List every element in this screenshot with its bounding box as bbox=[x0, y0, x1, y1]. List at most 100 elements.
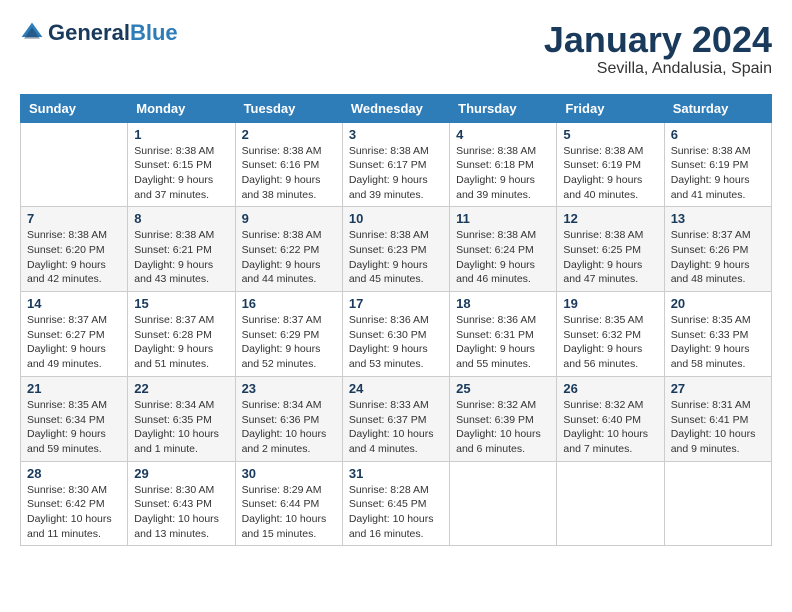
day-number: 3 bbox=[349, 127, 443, 142]
day-info: Sunrise: 8:38 AM Sunset: 6:19 PM Dayligh… bbox=[563, 144, 657, 203]
cell-w1-d1 bbox=[21, 122, 128, 207]
day-info: Sunrise: 8:38 AM Sunset: 6:19 PM Dayligh… bbox=[671, 144, 765, 203]
day-info: Sunrise: 8:38 AM Sunset: 6:17 PM Dayligh… bbox=[349, 144, 443, 203]
cell-w1-d4: 3 Sunrise: 8:38 AM Sunset: 6:17 PM Daylig… bbox=[342, 122, 449, 207]
cell-w3-d6: 19Sunrise: 8:35 AM Sunset: 6:32 PM Dayli… bbox=[557, 292, 664, 377]
day-info: Sunrise: 8:37 AM Sunset: 6:28 PM Dayligh… bbox=[134, 313, 228, 372]
cell-w3-d4: 17 Sunrise: 8:36 AM Sunset: 6:30 PM Dayli… bbox=[342, 292, 449, 377]
day-number: 11 bbox=[456, 211, 550, 226]
week-row-2: 7 Sunrise: 8:38 AM Sunset: 6:20 PM Daylig… bbox=[21, 207, 772, 292]
calendar-header: SundayMondayTuesdayWednesdayThursdayFrid… bbox=[21, 94, 772, 122]
page-header: GeneralBlue January 2024 Sevilla, Andalu… bbox=[20, 20, 772, 78]
week-row-5: 28 Sunrise: 8:30 AM Sunset: 6:42 PM Dayli… bbox=[21, 461, 772, 546]
day-number: 4 bbox=[456, 127, 550, 142]
day-info: Sunrise: 8:28 AM Sunset: 6:45 PM Dayligh… bbox=[349, 483, 443, 542]
day-info: Sunrise: 8:38 AM Sunset: 6:25 PM Dayligh… bbox=[563, 228, 657, 287]
cell-w5-d3: 30Sunrise: 8:29 AM Sunset: 6:44 PM Dayli… bbox=[235, 461, 342, 546]
day-info: Sunrise: 8:33 AM Sunset: 6:37 PM Dayligh… bbox=[349, 398, 443, 457]
day-info: Sunrise: 8:38 AM Sunset: 6:20 PM Dayligh… bbox=[27, 228, 121, 287]
day-info: Sunrise: 8:38 AM Sunset: 6:22 PM Dayligh… bbox=[242, 228, 336, 287]
cell-w5-d5 bbox=[450, 461, 557, 546]
cell-w4-d1: 21Sunrise: 8:35 AM Sunset: 6:34 PM Dayli… bbox=[21, 376, 128, 461]
day-number: 5 bbox=[563, 127, 657, 142]
cell-w3-d7: 20Sunrise: 8:35 AM Sunset: 6:33 PM Dayli… bbox=[664, 292, 771, 377]
cell-w4-d7: 27 Sunrise: 8:31 AM Sunset: 6:41 PM Dayli… bbox=[664, 376, 771, 461]
cell-w1-d5: 4 Sunrise: 8:38 AM Sunset: 6:18 PM Daylig… bbox=[450, 122, 557, 207]
week-row-4: 21Sunrise: 8:35 AM Sunset: 6:34 PM Dayli… bbox=[21, 376, 772, 461]
day-info: Sunrise: 8:34 AM Sunset: 6:36 PM Dayligh… bbox=[242, 398, 336, 457]
day-info: Sunrise: 8:38 AM Sunset: 6:24 PM Dayligh… bbox=[456, 228, 550, 287]
day-number: 2 bbox=[242, 127, 336, 142]
cell-w1-d6: 5 Sunrise: 8:38 AM Sunset: 6:19 PM Daylig… bbox=[557, 122, 664, 207]
header-monday: Monday bbox=[128, 94, 235, 122]
day-number: 15 bbox=[134, 296, 228, 311]
cell-w2-d7: 13Sunrise: 8:37 AM Sunset: 6:26 PM Dayli… bbox=[664, 207, 771, 292]
logo-text: GeneralBlue bbox=[48, 20, 178, 46]
cell-w2-d6: 12 Sunrise: 8:38 AM Sunset: 6:25 PM Dayli… bbox=[557, 207, 664, 292]
day-info: Sunrise: 8:32 AM Sunset: 6:40 PM Dayligh… bbox=[563, 398, 657, 457]
month-title: January 2024 bbox=[544, 20, 772, 60]
day-number: 12 bbox=[563, 211, 657, 226]
day-info: Sunrise: 8:32 AM Sunset: 6:39 PM Dayligh… bbox=[456, 398, 550, 457]
cell-w2-d4: 10 Sunrise: 8:38 AM Sunset: 6:23 PM Dayli… bbox=[342, 207, 449, 292]
day-number: 8 bbox=[134, 211, 228, 226]
day-info: Sunrise: 8:38 AM Sunset: 6:23 PM Dayligh… bbox=[349, 228, 443, 287]
day-info: Sunrise: 8:38 AM Sunset: 6:18 PM Dayligh… bbox=[456, 144, 550, 203]
day-info: Sunrise: 8:30 AM Sunset: 6:42 PM Dayligh… bbox=[27, 483, 121, 542]
cell-w4-d3: 23 Sunrise: 8:34 AM Sunset: 6:36 PM Dayli… bbox=[235, 376, 342, 461]
day-info: Sunrise: 8:37 AM Sunset: 6:29 PM Dayligh… bbox=[242, 313, 336, 372]
header-thursday: Thursday bbox=[450, 94, 557, 122]
cell-w3-d3: 16 Sunrise: 8:37 AM Sunset: 6:29 PM Dayli… bbox=[235, 292, 342, 377]
cell-w3-d1: 14Sunrise: 8:37 AM Sunset: 6:27 PM Dayli… bbox=[21, 292, 128, 377]
cell-w5-d7 bbox=[664, 461, 771, 546]
day-info: Sunrise: 8:36 AM Sunset: 6:31 PM Dayligh… bbox=[456, 313, 550, 372]
day-number: 30 bbox=[242, 466, 336, 481]
header-wednesday: Wednesday bbox=[342, 94, 449, 122]
header-sunday: Sunday bbox=[21, 94, 128, 122]
cell-w5-d4: 31 Sunrise: 8:28 AM Sunset: 6:45 PM Dayli… bbox=[342, 461, 449, 546]
day-number: 16 bbox=[242, 296, 336, 311]
header-saturday: Saturday bbox=[664, 94, 771, 122]
day-number: 14 bbox=[27, 296, 121, 311]
title-block: January 2024 Sevilla, Andalusia, Spain bbox=[544, 20, 772, 78]
day-info: Sunrise: 8:35 AM Sunset: 6:34 PM Dayligh… bbox=[27, 398, 121, 457]
location: Sevilla, Andalusia, Spain bbox=[544, 60, 772, 78]
cell-w5-d1: 28 Sunrise: 8:30 AM Sunset: 6:42 PM Dayli… bbox=[21, 461, 128, 546]
calendar-table: SundayMondayTuesdayWednesdayThursdayFrid… bbox=[20, 94, 772, 547]
cell-w3-d5: 18 Sunrise: 8:36 AM Sunset: 6:31 PM Dayli… bbox=[450, 292, 557, 377]
day-number: 6 bbox=[671, 127, 765, 142]
day-number: 25 bbox=[456, 381, 550, 396]
cell-w1-d3: 2 Sunrise: 8:38 AM Sunset: 6:16 PM Daylig… bbox=[235, 122, 342, 207]
calendar-body: 1Sunrise: 8:38 AM Sunset: 6:15 PM Daylig… bbox=[21, 122, 772, 546]
week-row-3: 14Sunrise: 8:37 AM Sunset: 6:27 PM Dayli… bbox=[21, 292, 772, 377]
day-number: 23 bbox=[242, 381, 336, 396]
header-friday: Friday bbox=[557, 94, 664, 122]
day-info: Sunrise: 8:38 AM Sunset: 6:16 PM Dayligh… bbox=[242, 144, 336, 203]
day-number: 28 bbox=[27, 466, 121, 481]
cell-w4-d4: 24 Sunrise: 8:33 AM Sunset: 6:37 PM Dayli… bbox=[342, 376, 449, 461]
cell-w4-d5: 25 Sunrise: 8:32 AM Sunset: 6:39 PM Dayli… bbox=[450, 376, 557, 461]
day-number: 7 bbox=[27, 211, 121, 226]
logo: GeneralBlue bbox=[20, 20, 178, 46]
day-info: Sunrise: 8:37 AM Sunset: 6:26 PM Dayligh… bbox=[671, 228, 765, 287]
logo-icon bbox=[20, 21, 44, 45]
day-info: Sunrise: 8:38 AM Sunset: 6:15 PM Dayligh… bbox=[134, 144, 228, 203]
day-number: 22 bbox=[134, 381, 228, 396]
day-number: 27 bbox=[671, 381, 765, 396]
header-row: SundayMondayTuesdayWednesdayThursdayFrid… bbox=[21, 94, 772, 122]
day-info: Sunrise: 8:34 AM Sunset: 6:35 PM Dayligh… bbox=[134, 398, 228, 457]
day-number: 10 bbox=[349, 211, 443, 226]
cell-w5-d6 bbox=[557, 461, 664, 546]
day-number: 20 bbox=[671, 296, 765, 311]
cell-w4-d6: 26Sunrise: 8:32 AM Sunset: 6:40 PM Dayli… bbox=[557, 376, 664, 461]
day-number: 24 bbox=[349, 381, 443, 396]
day-number: 18 bbox=[456, 296, 550, 311]
day-number: 17 bbox=[349, 296, 443, 311]
day-info: Sunrise: 8:31 AM Sunset: 6:41 PM Dayligh… bbox=[671, 398, 765, 457]
header-tuesday: Tuesday bbox=[235, 94, 342, 122]
day-number: 31 bbox=[349, 466, 443, 481]
cell-w2-d2: 8Sunrise: 8:38 AM Sunset: 6:21 PM Daylig… bbox=[128, 207, 235, 292]
day-info: Sunrise: 8:36 AM Sunset: 6:30 PM Dayligh… bbox=[349, 313, 443, 372]
cell-w2-d3: 9Sunrise: 8:38 AM Sunset: 6:22 PM Daylig… bbox=[235, 207, 342, 292]
cell-w3-d2: 15 Sunrise: 8:37 AM Sunset: 6:28 PM Dayli… bbox=[128, 292, 235, 377]
